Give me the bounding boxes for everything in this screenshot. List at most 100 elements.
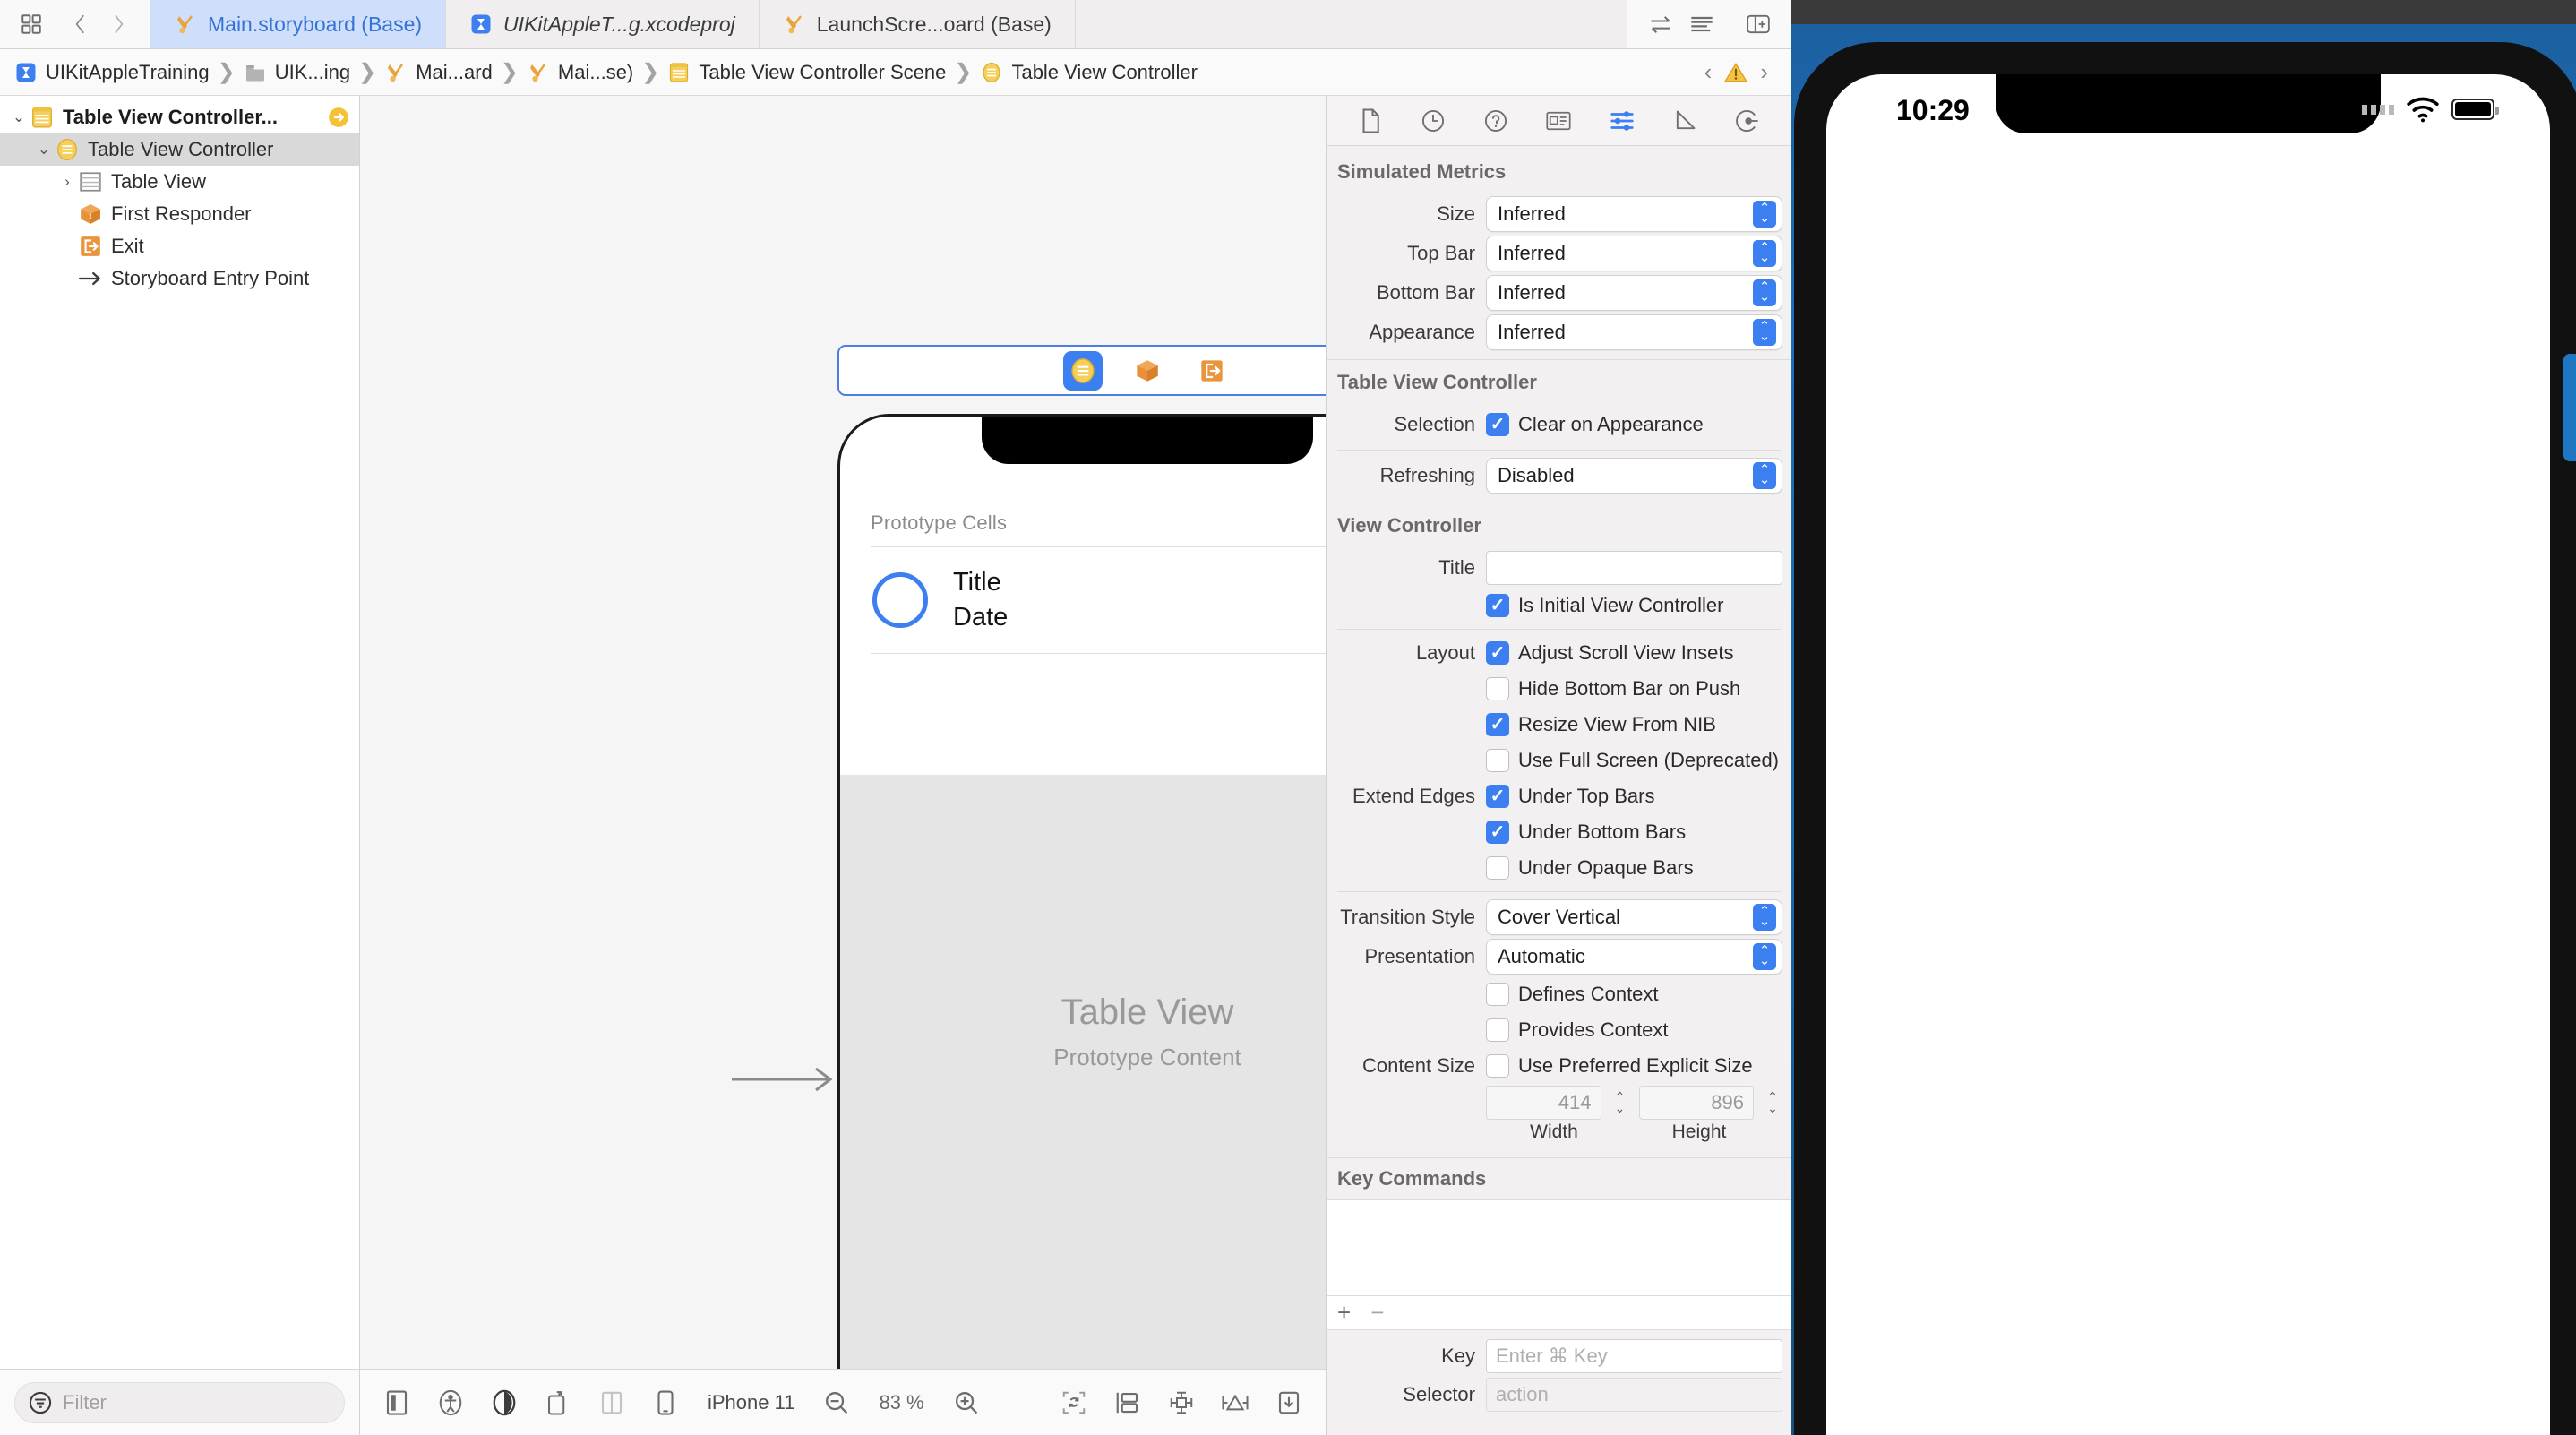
- disclosure-closed-icon[interactable]: ›: [57, 173, 77, 191]
- bottom-bar-popup-button[interactable]: Inferred ⌃ ⌄: [1486, 275, 1782, 311]
- checkbox-adjust-scroll-view-insets[interactable]: Adjust Scroll View Insets: [1486, 637, 1742, 669]
- selector-input[interactable]: action: [1486, 1378, 1782, 1412]
- checkbox-under-top-bars[interactable]: Under Top Bars: [1486, 780, 1663, 812]
- disclosure-open-icon[interactable]: ⌄: [34, 141, 54, 159]
- checkbox-icon[interactable]: [1486, 1054, 1509, 1078]
- top-bar-popup-button[interactable]: Inferred ⌃ ⌄: [1486, 236, 1782, 271]
- resolve-auto-layout-icon[interactable]: [1272, 1386, 1306, 1420]
- device-phone-icon[interactable]: [648, 1386, 683, 1420]
- width-input[interactable]: 414: [1486, 1086, 1601, 1120]
- checkbox-use-preferred-explicit-size[interactable]: Use Preferred Explicit Size: [1486, 1050, 1762, 1082]
- object-bar-view-controller-icon[interactable]: [1063, 350, 1103, 391]
- breadcrumb-item-project[interactable]: UIKitAppleTraining: [14, 61, 210, 84]
- checkbox-icon[interactable]: [1486, 713, 1509, 736]
- outline-row-first-responder[interactable]: 1 First Responder: [0, 198, 359, 230]
- orientation-rotate-icon[interactable]: [541, 1386, 575, 1420]
- size-popup-button[interactable]: Inferred ⌃ ⌄: [1486, 196, 1782, 232]
- forward-chevron-icon[interactable]: [99, 5, 137, 43]
- add-key-command-button[interactable]: +: [1337, 1299, 1351, 1327]
- checkbox-provides-context[interactable]: Provides Context: [1486, 1014, 1678, 1046]
- outline-row-table-view-controller[interactable]: ⌄ Table View Controller: [0, 133, 359, 166]
- checkbox-icon[interactable]: [1486, 749, 1509, 772]
- outline-row-storyboard-entry-point[interactable]: Storyboard Entry Point: [0, 262, 359, 295]
- back-chevron-icon[interactable]: [62, 5, 99, 43]
- zoom-in-icon[interactable]: [949, 1386, 983, 1420]
- update-frames-icon[interactable]: [1057, 1386, 1091, 1420]
- outline-row-table-view[interactable]: › Table View: [0, 166, 359, 198]
- checkbox-icon[interactable]: [1486, 983, 1509, 1006]
- checkbox-resize-view-from-nib[interactable]: Resize View From NIB: [1486, 709, 1725, 741]
- checkbox-clear-on-appearance[interactable]: Clear on Appearance: [1486, 408, 1713, 441]
- file-inspector-icon[interactable]: [1350, 103, 1391, 139]
- height-input[interactable]: 896: [1638, 1086, 1754, 1120]
- outline-row-exit[interactable]: Exit: [0, 230, 359, 262]
- object-bar-exit-icon[interactable]: [1192, 351, 1232, 391]
- checkbox-icon[interactable]: [1486, 1018, 1509, 1042]
- embed-in-icon[interactable]: [1111, 1386, 1145, 1420]
- align-icon[interactable]: [1164, 1386, 1198, 1420]
- identity-inspector-icon[interactable]: [1538, 103, 1579, 139]
- object-bar-first-responder-icon[interactable]: [1128, 351, 1167, 391]
- connections-inspector-icon[interactable]: [1727, 103, 1768, 139]
- swap-arrows-icon[interactable]: [1642, 5, 1679, 43]
- breadcrumb-item-scene[interactable]: Table View Controller Scene: [667, 61, 946, 84]
- add-constraints-icon[interactable]: [1218, 1386, 1252, 1420]
- appearance-contrast-icon[interactable]: [487, 1386, 521, 1420]
- prototype-cell[interactable]: Title Date: [840, 547, 1326, 653]
- transition-style-popup-button[interactable]: Cover Vertical ⌃ ⌄: [1486, 899, 1782, 935]
- breadcrumb-label: Mai...se): [557, 60, 634, 83]
- breadcrumb-item-folder[interactable]: UIK...ing: [244, 61, 350, 84]
- checkbox-icon[interactable]: [1486, 785, 1509, 808]
- history-inspector-icon[interactable]: [1413, 103, 1454, 139]
- ios-simulator-window[interactable]: 10:29: [1791, 0, 2576, 1435]
- checkbox-defines-context[interactable]: Defines Context: [1486, 978, 1668, 1010]
- breadcrumb-item-storyboard[interactable]: Mai...ard: [384, 61, 493, 84]
- key-commands-list[interactable]: [1327, 1199, 1791, 1296]
- quick-help-inspector-icon[interactable]: [1475, 103, 1516, 139]
- checkbox-hide-bottom-bar-on-push[interactable]: Hide Bottom Bar on Push: [1486, 673, 1749, 705]
- checkbox-icon[interactable]: [1486, 641, 1509, 665]
- device-name-label[interactable]: iPhone 11: [702, 1391, 800, 1414]
- device-canvas-frame[interactable]: Prototype Cells Title Date Table View Pr…: [837, 414, 1326, 1369]
- checkbox-icon[interactable]: [1486, 677, 1509, 700]
- simulator-screen[interactable]: 10:29: [1826, 74, 2550, 1435]
- accessibility-icon[interactable]: [434, 1386, 468, 1420]
- outline-row-scene[interactable]: ⌄ Table View Controller...: [0, 101, 359, 133]
- warning-triangle-icon[interactable]: [1724, 62, 1748, 83]
- variants-split-icon[interactable]: [595, 1386, 629, 1420]
- presentation-popup-button[interactable]: Automatic ⌃ ⌄: [1486, 939, 1782, 975]
- tab-xcodeproj[interactable]: UIKitAppleT...g.xcodeproj: [446, 0, 760, 48]
- checkbox-icon[interactable]: [1486, 821, 1509, 844]
- checkbox-use-full-screen-deprecated[interactable]: Use Full Screen (Deprecated): [1486, 744, 1788, 777]
- issue-prev-button[interactable]: ‹: [1704, 58, 1713, 86]
- height-stepper[interactable]: ⌃ ⌄: [1763, 1086, 1782, 1120]
- key-input[interactable]: Enter ⌘ Key: [1486, 1339, 1782, 1373]
- checkbox-icon[interactable]: [1486, 856, 1509, 880]
- list-lines-icon[interactable]: [1683, 5, 1721, 43]
- title-input[interactable]: [1486, 551, 1782, 585]
- add-editor-on-right-icon[interactable]: [1739, 5, 1777, 43]
- appearance-popup-button[interactable]: Inferred ⌃ ⌄: [1486, 314, 1782, 350]
- storyboard-canvas[interactable]: Prototype Cells Title Date Table View Pr…: [360, 96, 1326, 1369]
- issue-next-button[interactable]: ›: [1760, 58, 1768, 86]
- refreshing-popup-button[interactable]: Disabled ⌃ ⌄: [1486, 458, 1782, 494]
- checkbox-under-bottom-bars[interactable]: Under Bottom Bars: [1486, 816, 1695, 848]
- view-as-icon[interactable]: [380, 1386, 414, 1420]
- disclosure-open-icon[interactable]: ⌄: [9, 108, 29, 126]
- checkbox-is-initial-view-controller[interactable]: Is Initial View Controller: [1486, 589, 1732, 622]
- grid-view-icon[interactable]: [13, 5, 50, 43]
- size-inspector-icon[interactable]: [1664, 103, 1705, 139]
- tab-launchscreen-storyboard[interactable]: LaunchScre...oard (Base): [760, 0, 1076, 48]
- filter-input[interactable]: Filter: [14, 1381, 345, 1423]
- breadcrumb-item-view-controller[interactable]: Table View Controller: [980, 61, 1198, 84]
- breadcrumb-item-storyboard-base[interactable]: Mai...se): [527, 61, 633, 84]
- checkbox-icon[interactable]: [1486, 594, 1509, 617]
- checkbox-icon[interactable]: [1486, 413, 1509, 436]
- tab-main-storyboard[interactable]: Main.storyboard (Base): [150, 0, 447, 48]
- zoom-out-icon[interactable]: [820, 1386, 854, 1420]
- width-stepper[interactable]: ⌃ ⌄: [1610, 1086, 1630, 1120]
- checkbox-under-opaque-bars[interactable]: Under Opaque Bars: [1486, 852, 1703, 884]
- entry-point-badge-icon[interactable]: [327, 106, 350, 129]
- attributes-inspector-icon[interactable]: [1601, 103, 1643, 139]
- remove-key-command-button[interactable]: −: [1370, 1299, 1384, 1327]
